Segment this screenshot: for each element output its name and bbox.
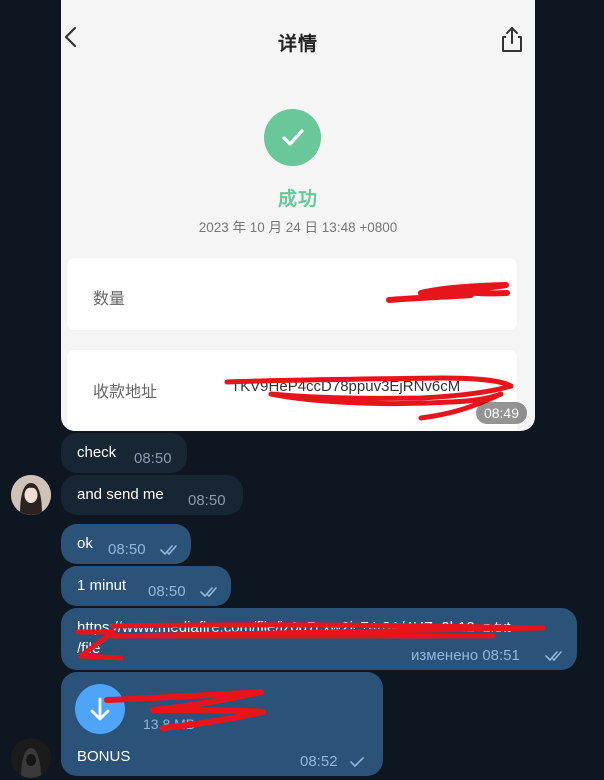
address-value: TKV9HeP4ccD78ppuv3EjRNv6cM [231, 378, 461, 395]
photo-title: 详情 [277, 34, 318, 55]
download-button[interactable] [75, 684, 125, 734]
message-bubble[interactable]: https://www.mediafire.com/file/jz0g7cxw2… [61, 608, 577, 670]
message-bubble[interactable]: check 08:50 [61, 433, 187, 473]
own-avatar[interactable] [11, 738, 51, 778]
amount-card: 数量 [67, 258, 517, 330]
message-bubble[interactable]: and send me 08:50 [61, 475, 243, 515]
address-label: 收款地址 [93, 384, 158, 401]
amount-label: 数量 [93, 291, 126, 308]
photo-timestamp: 08:49 [475, 402, 527, 424]
message-time: 08:50 [108, 541, 146, 558]
photo-header: 详情 [61, 0, 535, 80]
photo-message[interactable]: 详情 成功 2023 年 10 月 24 日 13:48 +0800 数量 收款… [61, 0, 535, 431]
single-check-icon [350, 757, 364, 767]
message-bubble[interactable]: ok 08:50 [61, 524, 191, 564]
success-check-icon [264, 109, 321, 166]
message-link[interactable]: /file [77, 640, 100, 657]
contact-avatar[interactable] [11, 475, 51, 515]
message-time: 08:50 [188, 492, 226, 509]
message-text: check [77, 444, 117, 461]
status-text: 成功 [277, 189, 318, 210]
transaction-date: 2023 年 10 月 24 日 13:48 +0800 [198, 220, 398, 235]
address-card: 收款地址 TKV9HeP4ccD78ppuv3EjRNv6cM [67, 350, 517, 431]
message-bubble[interactable]: 1 minut 08:50 [61, 566, 231, 606]
message-time: 08:50 [148, 583, 186, 600]
file-size: 13.8 MB [143, 716, 196, 732]
message-time: изменено 08:51 [411, 647, 520, 664]
message-time: 08:50 [134, 450, 172, 467]
double-check-icon [200, 587, 217, 597]
message-text: ok [77, 535, 93, 552]
message-text: 1 minut [77, 577, 127, 594]
file-message-bubble[interactable]: 13.8 MB BONUS 08:52 [61, 672, 383, 776]
double-check-icon [545, 651, 562, 661]
double-check-icon [160, 545, 177, 555]
message-text: and send me [77, 486, 164, 503]
message-time: 08:52 [300, 753, 338, 770]
file-caption: BONUS [77, 748, 131, 765]
share-icon [502, 27, 522, 52]
download-arrow-icon [90, 697, 110, 721]
message-link[interactable]: https://www.mediafire.com/file/jz0g7cxw2… [77, 619, 561, 636]
